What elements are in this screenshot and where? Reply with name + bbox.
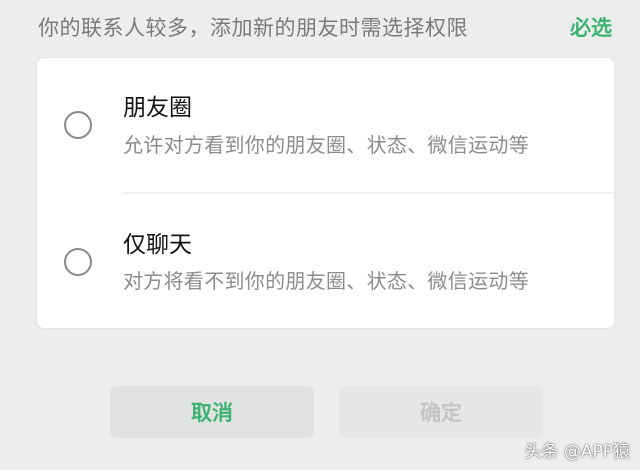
option-moments-title: 朋友圈 — [123, 95, 192, 121]
permission-note: 你的联系人较多，添加新的朋友时需选择权限 — [38, 16, 468, 40]
required-label: 必选 — [570, 16, 612, 40]
header: 你的联系人较多，添加新的朋友时需选择权限 必选 — [0, 0, 640, 56]
cancel-button[interactable]: 取消 — [110, 386, 314, 438]
permission-options-card: 朋友圈 允许对方看到你的朋友圈、状态、微信运动等 仅聊天 对方将看不到你的朋友圈… — [36, 57, 615, 329]
option-chat-only-description: 对方将看不到你的朋友圈、状态、微信运动等 — [123, 269, 529, 293]
watermark: 头条 @APP猿 — [524, 442, 630, 462]
option-moments-description: 允许对方看到你的朋友圈、状态、微信运动等 — [123, 133, 529, 157]
radio-moments[interactable] — [64, 111, 92, 139]
permission-select-page: 你的联系人较多，添加新的朋友时需选择权限 必选 朋友圈 允许对方看到你的朋友圈、… — [0, 0, 640, 470]
confirm-button[interactable]: 确定 — [339, 386, 543, 438]
option-moments[interactable]: 朋友圈 允许对方看到你的朋友圈、状态、微信运动等 — [37, 58, 614, 194]
radio-chat-only[interactable] — [64, 248, 92, 276]
option-chat-only-title: 仅聊天 — [123, 232, 192, 258]
option-chat-only[interactable]: 仅聊天 对方将看不到你的朋友圈、状态、微信运动等 — [37, 194, 614, 328]
